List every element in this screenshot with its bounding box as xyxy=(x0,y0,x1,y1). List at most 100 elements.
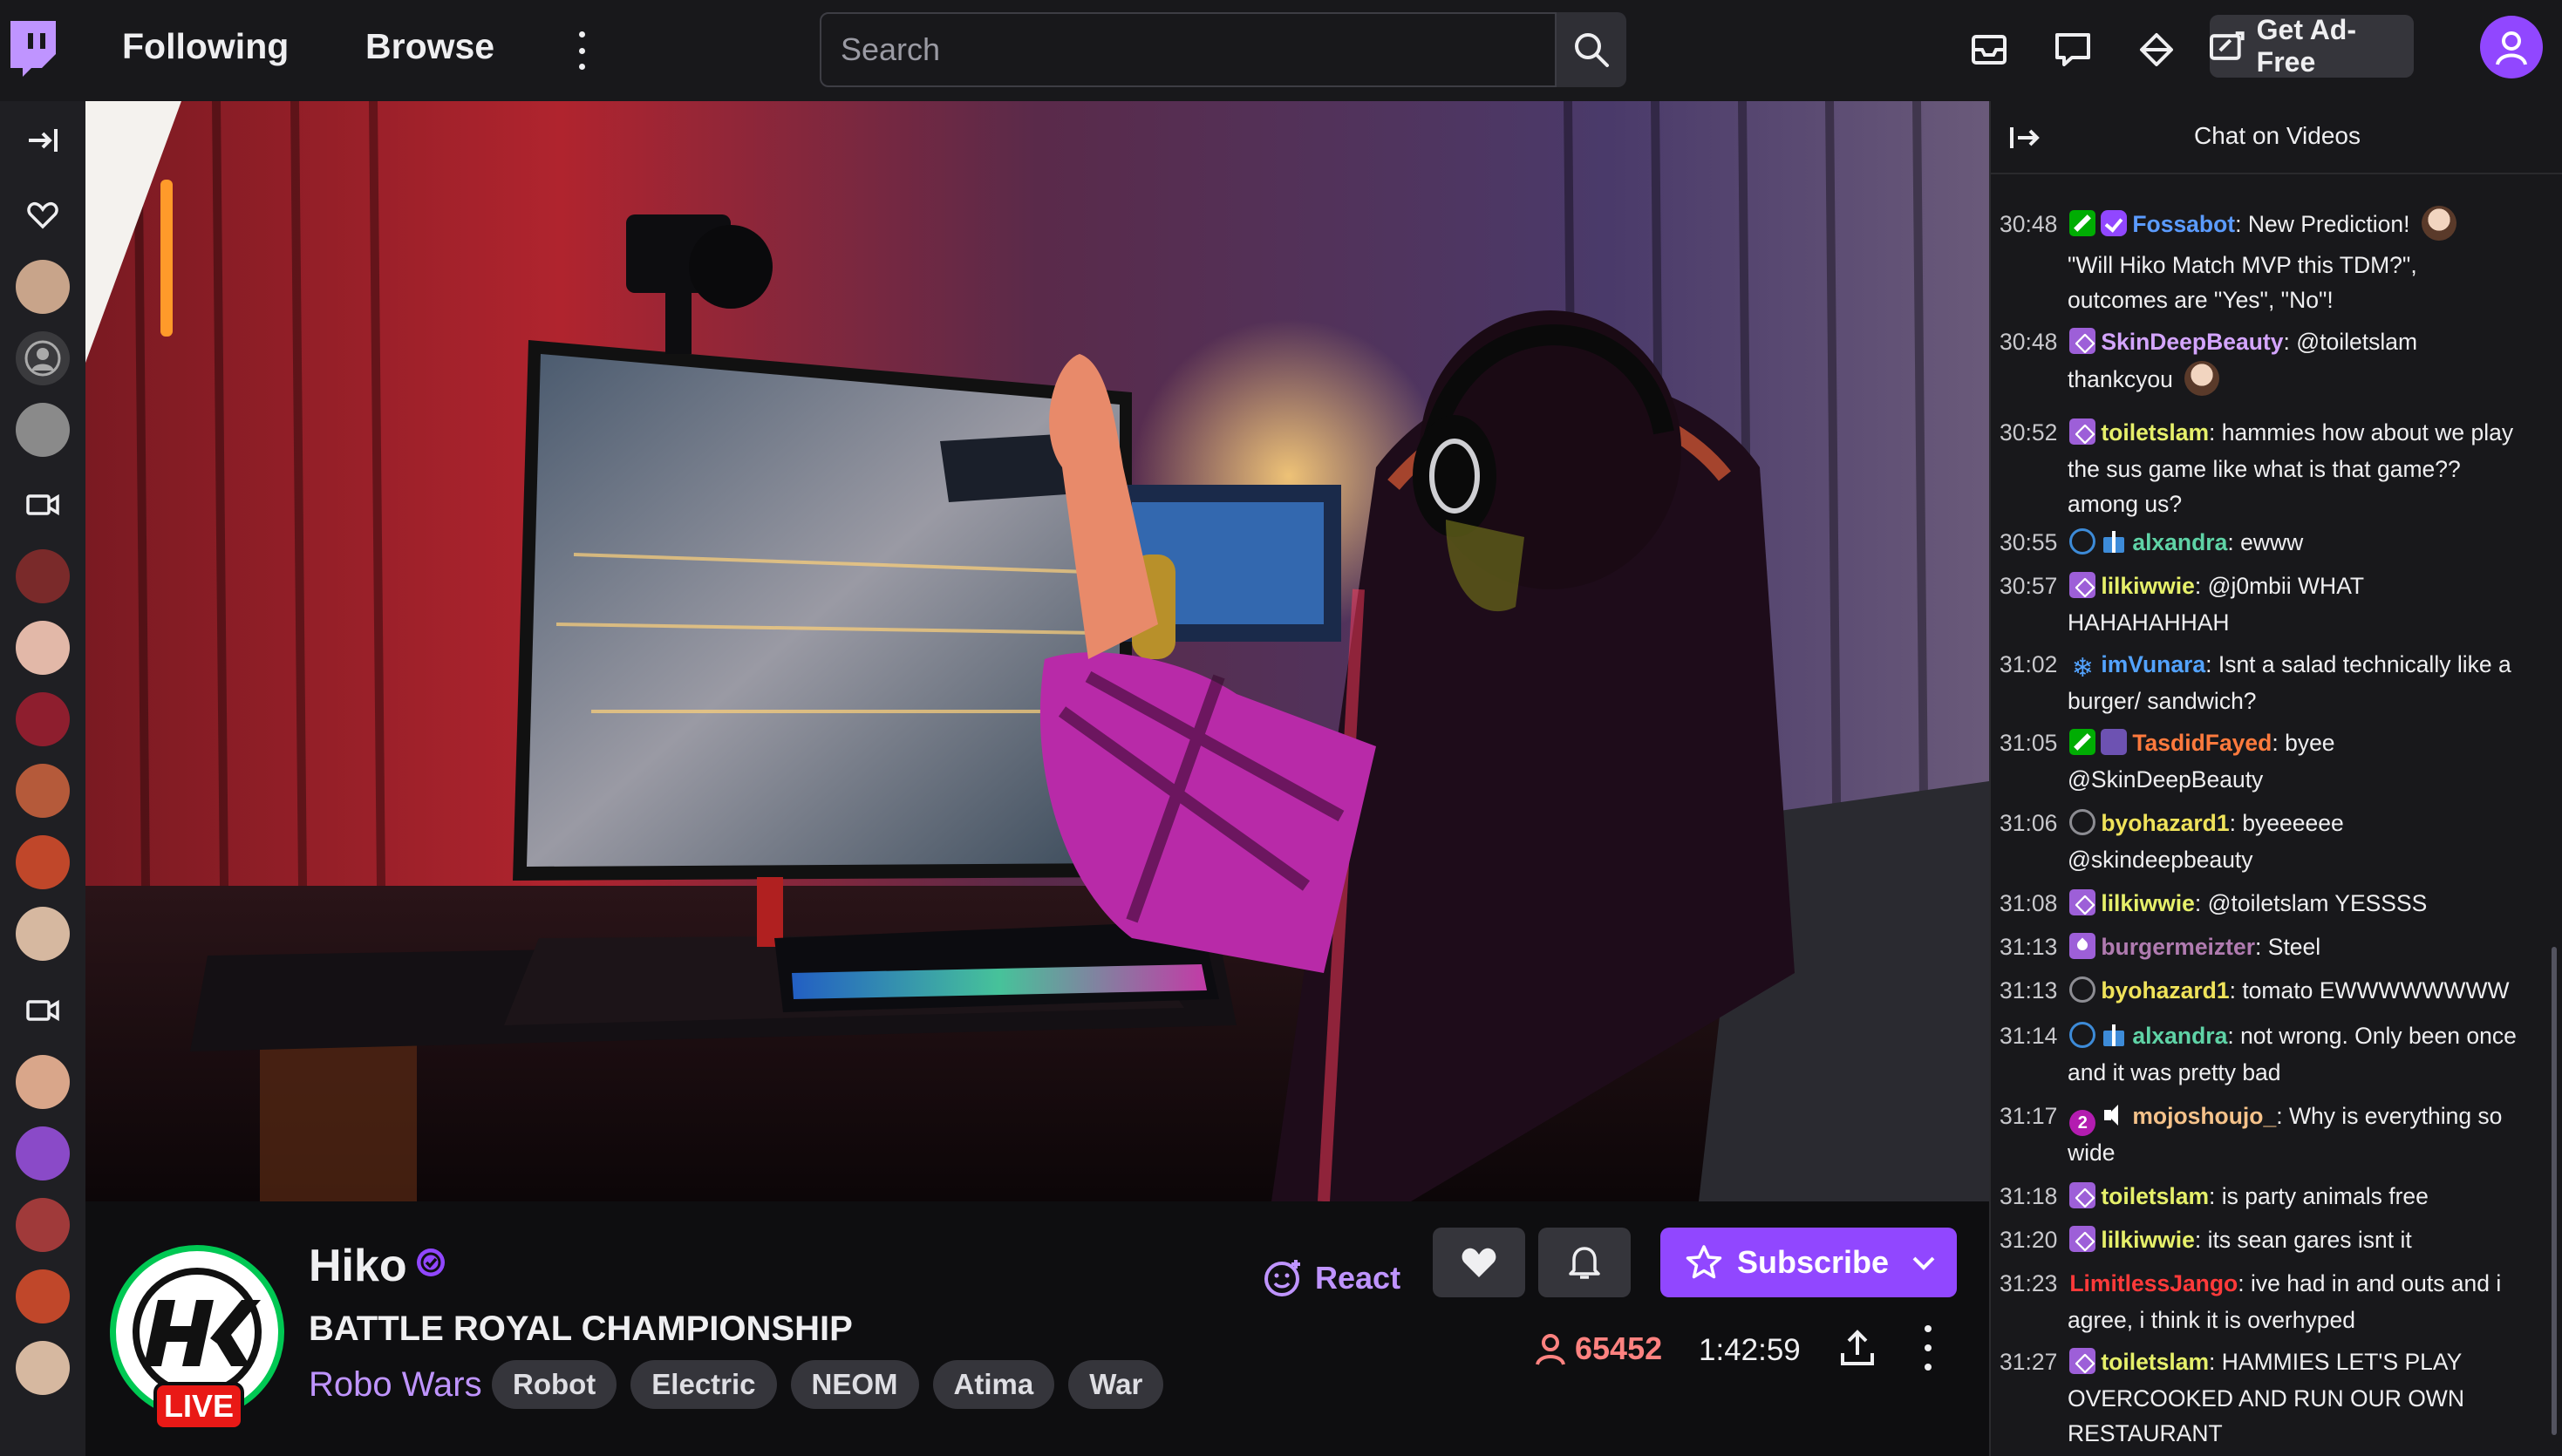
chat-emote-icon[interactable] xyxy=(2184,361,2220,396)
sidebar-channel-avatar[interactable] xyxy=(16,331,70,385)
chat-badge-sub-icon[interactable] xyxy=(2069,572,2096,598)
chat-badge-circle-blue-icon[interactable] xyxy=(2069,528,2096,555)
chat-badge-drop-icon[interactable] xyxy=(2069,933,2096,959)
chat-username[interactable]: lilkiwwie xyxy=(2101,1227,2195,1253)
chat-badge-mod-icon[interactable] xyxy=(2069,210,2096,236)
viewer-count-value: 65452 xyxy=(1575,1330,1663,1366)
chat-badge-two-icon[interactable]: 2 xyxy=(2069,1110,2096,1136)
nav-browse-link[interactable]: Browse xyxy=(365,26,494,67)
notifications-button[interactable] xyxy=(1538,1228,1631,1297)
sidebar-channel-avatar[interactable] xyxy=(16,1055,70,1109)
channel-name[interactable]: Hiko xyxy=(309,1240,407,1292)
tag-chip[interactable]: War xyxy=(1068,1360,1164,1409)
chat-timestamp: 30:52 xyxy=(2000,419,2058,446)
more-options-icon[interactable] xyxy=(571,31,592,70)
chat-message: the sus game like what is that game?? xyxy=(2000,452,2540,487)
chat-badge-sub-icon[interactable] xyxy=(2069,1226,2096,1252)
more-actions-icon[interactable] xyxy=(1919,1325,1937,1371)
sidebar-channel-avatar[interactable] xyxy=(16,1341,70,1395)
chat-badge-circle-blue-icon[interactable] xyxy=(2069,1022,2096,1048)
chat-message: @skindeepbeauty xyxy=(2000,842,2540,878)
chat-badge-sub-icon[interactable] xyxy=(2069,1182,2096,1208)
sidebar-channel-avatar[interactable] xyxy=(16,764,70,818)
chat-badge-gift-icon[interactable] xyxy=(2101,1022,2127,1048)
search-input[interactable] xyxy=(820,12,1557,87)
sidebar-channel-avatar[interactable] xyxy=(16,907,70,961)
react-label: React xyxy=(1315,1260,1401,1296)
prime-crown-icon[interactable] xyxy=(2135,28,2178,71)
tag-chip[interactable]: Robot xyxy=(492,1360,617,1409)
sidebar-channel-avatar[interactable] xyxy=(16,835,70,889)
chat-username[interactable]: SkinDeepBeauty xyxy=(2101,329,2283,355)
chat-message-text: : Why is everything so xyxy=(2276,1103,2503,1129)
chat-badge-sub-icon[interactable] xyxy=(2069,328,2096,354)
chat-username[interactable]: imVunara xyxy=(2101,651,2205,677)
tag-list: Robot Electric NEOM Atima War xyxy=(492,1360,1164,1409)
react-button[interactable]: React xyxy=(1263,1247,1400,1310)
chat-username[interactable]: lilkiwwie xyxy=(2101,890,2195,916)
sidebar-expand-icon[interactable] xyxy=(16,113,70,167)
chat-badge-mute-icon[interactable] xyxy=(2101,1102,2127,1128)
chat-message-text: : byeeeeee xyxy=(2229,810,2344,836)
chat-badge-mod-icon[interactable] xyxy=(2069,729,2096,755)
chat-username[interactable]: mojoshoujo_ xyxy=(2132,1103,2276,1129)
category-link[interactable]: Robo Wars xyxy=(309,1365,482,1405)
tag-chip[interactable]: Atima xyxy=(932,1360,1055,1409)
follow-button[interactable] xyxy=(1433,1228,1525,1297)
chat-emote-icon[interactable] xyxy=(2421,206,2456,241)
chat-message-text: : hammies how about we play xyxy=(2209,419,2514,446)
chat-badge-circle-icon[interactable] xyxy=(2069,809,2096,835)
chat-username[interactable]: burgermeizter xyxy=(2101,934,2255,960)
get-ad-free-button[interactable]: Get Ad-Free xyxy=(2210,14,2414,78)
chat-username[interactable]: byohazard1 xyxy=(2101,810,2229,836)
chat-timestamp: 31:27 xyxy=(2000,1349,2058,1375)
sidebar-channel-avatar[interactable] xyxy=(16,260,70,314)
search-button[interactable] xyxy=(1557,12,1626,87)
chat-badge-verified-icon[interactable] xyxy=(2101,210,2128,236)
chat-badge-snow-icon[interactable]: ❄ xyxy=(2069,656,2095,682)
chat-timestamp: 31:06 xyxy=(2000,810,2058,836)
chevron-down-icon[interactable] xyxy=(1910,1252,1938,1273)
chat-timestamp: 30:48 xyxy=(2000,211,2058,237)
chat-username[interactable]: TasdidFayed xyxy=(2132,730,2272,756)
sidebar-channel-avatar[interactable] xyxy=(16,403,70,457)
chat-badge-bits-icon[interactable] xyxy=(2101,729,2128,755)
sidebar-channel-avatar[interactable] xyxy=(16,1126,70,1180)
chat-message-text: burger/ sandwich? xyxy=(2068,688,2257,714)
sidebar-channel-avatar[interactable] xyxy=(16,1198,70,1252)
chat-username[interactable]: Fossabot xyxy=(2132,211,2235,237)
share-button[interactable] xyxy=(1831,1322,1884,1374)
chat-badge-circle-icon[interactable] xyxy=(2069,976,2096,1003)
sidebar-channel-avatar[interactable] xyxy=(16,549,70,603)
subscribe-button[interactable]: Subscribe xyxy=(1660,1228,1957,1297)
chat-message: 31:20 lilkiwwie: its sean gares isnt it xyxy=(2000,1222,2540,1258)
viewer-count: 65452 xyxy=(1533,1330,1662,1367)
chat-badge-sub-icon[interactable] xyxy=(2069,1348,2096,1374)
tag-chip[interactable]: Electric xyxy=(630,1360,777,1409)
chat-username[interactable]: alxandra xyxy=(2132,1023,2227,1049)
sidebar-channel-avatar[interactable] xyxy=(16,621,70,675)
chat-username[interactable]: byohazard1 xyxy=(2101,977,2229,1004)
chat-badge-gift-icon[interactable] xyxy=(2101,528,2127,555)
chat-message: 31:13 burgermeizter: Steel xyxy=(2000,929,2540,965)
chat-timestamp: 31:18 xyxy=(2000,1183,2058,1209)
chat-username[interactable]: toiletslam xyxy=(2101,419,2209,446)
twitch-logo-icon[interactable] xyxy=(5,19,59,80)
user-avatar-icon[interactable] xyxy=(2480,16,2543,78)
chat-username[interactable]: lilkiwwie xyxy=(2101,573,2195,599)
chat-username[interactable]: toiletslam xyxy=(2101,1183,2209,1209)
chat-badge-sub-icon[interactable] xyxy=(2069,889,2096,915)
whispers-icon[interactable] xyxy=(2051,28,2095,71)
sidebar-channel-avatar[interactable] xyxy=(16,692,70,746)
inbox-icon[interactable] xyxy=(1967,28,2011,71)
chat-username[interactable]: LimitlessJango xyxy=(2069,1270,2238,1296)
tag-chip[interactable]: NEOM xyxy=(790,1360,919,1409)
video-player[interactable] xyxy=(85,101,1989,1201)
chat-username[interactable]: alxandra xyxy=(2132,529,2227,555)
chat-badge-sub-icon[interactable] xyxy=(2069,418,2096,445)
chat-username[interactable]: toiletslam xyxy=(2101,1349,2209,1375)
chat-scrollbar[interactable] xyxy=(2552,947,2557,1435)
chat-message: 30:55 alxandra: ewww xyxy=(2000,525,2540,561)
sidebar-channel-avatar[interactable] xyxy=(16,1269,70,1323)
nav-following-link[interactable]: Following xyxy=(122,26,289,67)
